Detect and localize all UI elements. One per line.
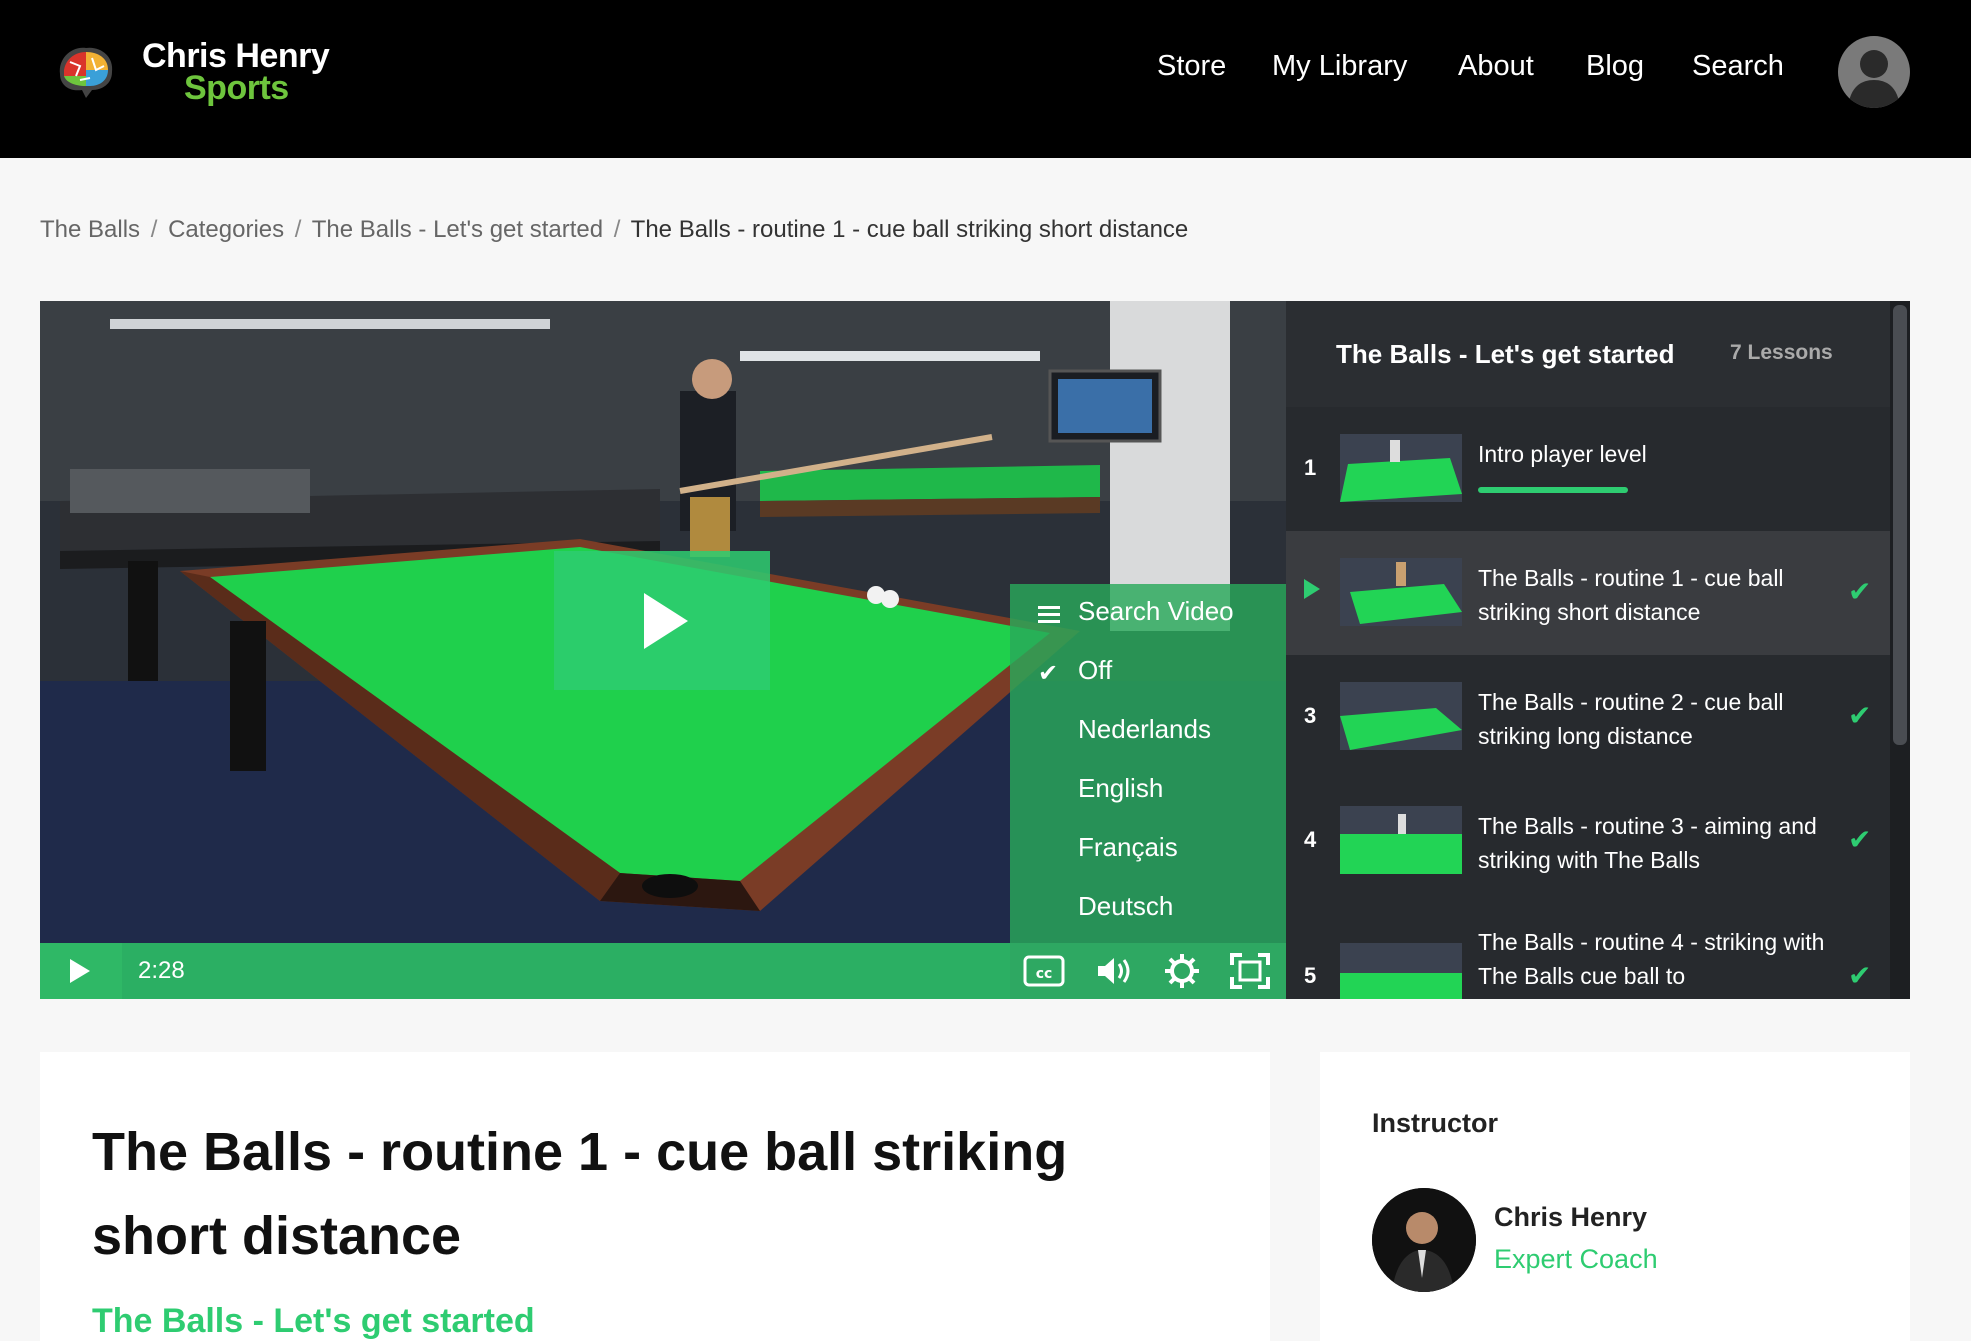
captions-option-label: English <box>1078 773 1164 803</box>
breadcrumb-link[interactable]: The Balls <box>40 216 140 243</box>
brain-logo-icon <box>50 36 122 108</box>
lesson-progress-bar <box>1478 487 1628 493</box>
captions-option-nederlands[interactable]: Nederlands <box>1010 702 1286 760</box>
completed-check-icon: ✔ <box>1848 576 1872 607</box>
fullscreen-icon[interactable] <box>1228 951 1272 991</box>
lesson-heading: The Balls - routine 1 - cue ball strikin… <box>92 1122 1068 1266</box>
instructor-role: Expert Coach <box>1494 1244 1658 1274</box>
play-icon <box>70 959 90 983</box>
playlist-title: The Balls - Let's get started <box>1336 339 1675 369</box>
nav-search[interactable]: Search <box>1692 50 1784 83</box>
instructor-label: Instructor <box>1372 1108 1499 1138</box>
menu-list-icon <box>1038 606 1060 623</box>
big-play-button[interactable] <box>554 551 770 690</box>
lesson-thumbnail <box>1340 434 1462 502</box>
lesson-number: 5 <box>1304 963 1317 988</box>
closed-captions-icon[interactable]: cc <box>1022 951 1066 991</box>
captions-option-deutsch[interactable]: Deutsch <box>1010 879 1286 937</box>
lesson-number: 3 <box>1304 703 1317 728</box>
user-avatar-icon[interactable] <box>1838 36 1910 108</box>
breadcrumb-separator: / <box>613 216 621 243</box>
instructor-name[interactable]: Chris Henry <box>1494 1202 1647 1233</box>
breadcrumb-separator: / <box>294 216 302 243</box>
captions-option-label: Deutsch <box>1078 891 1174 921</box>
lesson-count: 7 Lessons <box>1730 341 1833 364</box>
playback-time: 2:28 <box>138 957 185 984</box>
instructor-avatar[interactable] <box>1372 1188 1476 1292</box>
scrollbar-thumb[interactable] <box>1893 305 1907 745</box>
video-player[interactable]: Search Video ✔ Off Nederlands English Fr… <box>40 301 1286 999</box>
lesson-thumbnail <box>1340 943 1462 999</box>
playlist-lesson-active[interactable]: The Balls - routine 1 - cue ball strikin… <box>1286 531 1890 655</box>
player-right-controls: cc <box>1010 943 1286 999</box>
lesson-title: The Balls - routine 1 - cue ball strikin… <box>1478 565 1784 625</box>
play-button[interactable] <box>40 943 122 999</box>
lesson-info-card: The Balls - routine 1 - cue ball strikin… <box>40 1052 1270 1341</box>
lesson-thumbnail <box>1340 806 1462 874</box>
top-navigation-bar: Chris Henry Sports Store My Library Abou… <box>0 0 1971 158</box>
volume-icon[interactable] <box>1092 951 1136 991</box>
nav-store[interactable]: Store <box>1157 50 1226 83</box>
player-control-bar: 2:28 cc <box>40 943 1286 999</box>
play-icon <box>644 593 688 649</box>
nav-blog[interactable]: Blog <box>1586 50 1644 83</box>
breadcrumb: The Balls / Categories / The Balls - Let… <box>40 216 1188 244</box>
completed-check-icon: ✔ <box>1848 700 1872 731</box>
captions-option-francais[interactable]: Français <box>1010 820 1286 878</box>
breadcrumb-separator: / <box>150 216 158 243</box>
settings-icon[interactable] <box>1160 951 1204 991</box>
lesson-thumbnail <box>1340 682 1462 750</box>
now-playing-icon <box>1304 579 1320 599</box>
site-logo[interactable]: Chris Henry Sports <box>50 36 330 108</box>
lesson-title: The Balls - routine 2 - cue ball strikin… <box>1478 689 1784 749</box>
logo-text-secondary: Sports <box>184 69 289 107</box>
checkmark-icon: ✔ <box>1038 660 1059 687</box>
playlist-lesson[interactable]: 1 Intro player level <box>1286 407 1890 531</box>
playlist-lesson[interactable]: 4 The Balls - routine 3 - aiming and str… <box>1286 779 1890 903</box>
breadcrumb-link[interactable]: Categories <box>168 216 284 243</box>
nav-about[interactable]: About <box>1458 50 1534 83</box>
playlist-header: The Balls - Let's get started 7 Lessons <box>1286 301 1910 407</box>
playlist-lesson[interactable]: 3 The Balls - routine 2 - cue ball strik… <box>1286 655 1890 779</box>
lesson-number: 4 <box>1304 827 1317 852</box>
playlist-lesson[interactable]: 5 The Balls - routine 4 - striking with … <box>1286 891 1890 999</box>
captions-search-label: Search Video <box>1078 596 1234 626</box>
captions-option-english[interactable]: English <box>1010 761 1286 819</box>
lesson-title: The Balls - routine 4 - striking with Th… <box>1478 929 1825 989</box>
captions-search-video[interactable]: Search Video <box>1010 584 1286 642</box>
captions-option-off[interactable]: ✔ Off <box>1010 643 1286 701</box>
captions-option-label: Français <box>1078 832 1178 862</box>
lesson-playlist: The Balls - Let's get started 7 Lessons … <box>1286 301 1910 999</box>
lesson-title: The Balls - routine 3 - aiming and strik… <box>1478 813 1817 873</box>
completed-check-icon: ✔ <box>1848 824 1872 855</box>
svg-text:cc: cc <box>1036 966 1053 982</box>
logo-text-primary: Chris Henry <box>142 37 330 75</box>
completed-check-icon: ✔ <box>1848 960 1872 991</box>
nav-my-library[interactable]: My Library <box>1272 50 1407 83</box>
captions-option-label: Off <box>1078 655 1113 685</box>
playlist-scrollbar[interactable] <box>1890 301 1910 999</box>
captions-option-label: Nederlands <box>1078 714 1211 744</box>
breadcrumb-current: The Balls - routine 1 - cue ball strikin… <box>630 216 1189 243</box>
lesson-title: Intro player level <box>1478 441 1647 467</box>
course-link[interactable]: The Balls - Let's get started <box>92 1302 535 1341</box>
lesson-thumbnail <box>1340 558 1462 626</box>
lesson-number: 1 <box>1304 455 1317 480</box>
instructor-card: Instructor Chris Henry Expert Coach <box>1320 1052 1910 1341</box>
captions-menu: Search Video ✔ Off Nederlands English Fr… <box>1010 584 1286 943</box>
breadcrumb-link[interactable]: The Balls - Let's get started <box>312 216 603 243</box>
